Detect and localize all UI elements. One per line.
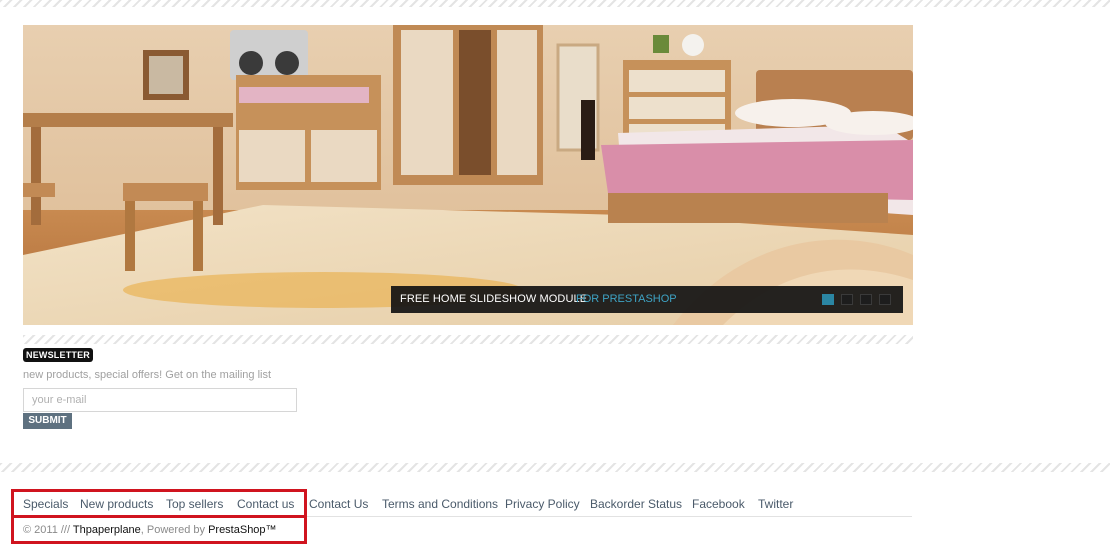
slide-caption-subtitle[interactable]: FOR PRESTASHOP bbox=[576, 293, 677, 305]
newsletter-title: NEWSLETTER bbox=[23, 348, 93, 362]
newsletter-description: new products, special offers! Get on the… bbox=[23, 369, 272, 381]
slideshow-caption-bar: FREE HOME SLIDESHOW MODULE FOR PRESTASHO… bbox=[391, 286, 903, 313]
newsletter-email-input[interactable] bbox=[23, 388, 297, 412]
highlight-box-copyright bbox=[11, 515, 307, 544]
footer-link-contact-us-cms[interactable]: Contact Us bbox=[309, 497, 368, 511]
slide-dot-3[interactable] bbox=[860, 294, 872, 305]
slide-caption-title: FREE HOME SLIDESHOW MODULE bbox=[400, 293, 588, 305]
footer-link-facebook[interactable]: Facebook bbox=[692, 497, 745, 511]
slide-dot-1[interactable] bbox=[822, 294, 834, 305]
footer-hatch-divider bbox=[0, 463, 1110, 472]
slide-dot-2[interactable] bbox=[841, 294, 853, 305]
footer-link-privacy[interactable]: Privacy Policy bbox=[505, 497, 580, 511]
bedroom-slide-image bbox=[23, 25, 913, 325]
footer-link-backorder[interactable]: Backorder Status bbox=[590, 497, 682, 511]
slide-dot-4[interactable] bbox=[879, 294, 891, 305]
home-slideshow[interactable]: FREE HOME SLIDESHOW MODULE FOR PRESTASHO… bbox=[23, 25, 913, 325]
footer-link-terms[interactable]: Terms and Conditions bbox=[382, 497, 498, 511]
newsletter-submit-button[interactable]: SUBMIT bbox=[23, 413, 72, 429]
highlight-box-footer-links bbox=[11, 489, 307, 518]
top-hatch-divider bbox=[0, 0, 1110, 7]
content-hatch-divider bbox=[23, 335, 913, 344]
footer-link-twitter[interactable]: Twitter bbox=[758, 497, 793, 511]
